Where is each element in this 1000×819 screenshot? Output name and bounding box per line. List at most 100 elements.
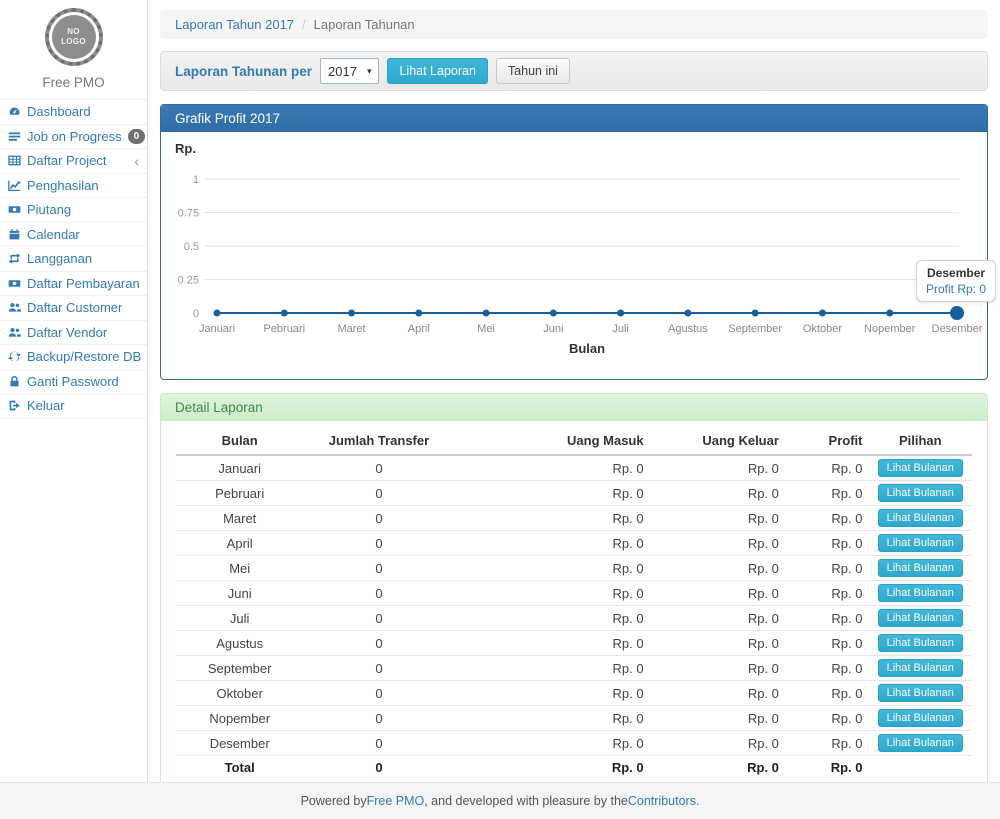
money-icon <box>7 277 21 290</box>
x-tick-label: Oktober <box>803 323 842 335</box>
total-keluar-cell: Rp. 0 <box>650 756 785 779</box>
lihat-bulanan-button[interactable]: Lihat Bulanan <box>878 534 963 552</box>
month-cell: September <box>176 656 303 681</box>
table-row: Desember0Rp. 0Rp. 0Rp. 0Lihat Bulanan <box>176 731 972 756</box>
chart-point-maret[interactable] <box>348 310 355 317</box>
month-cell: Nopember <box>176 706 303 731</box>
table-row: Januari0Rp. 0Rp. 0Rp. 0Lihat Bulanan <box>176 455 972 481</box>
column-header-pilihan: Pilihan <box>869 427 973 455</box>
chart-point-april[interactable] <box>415 310 422 317</box>
profit-cell: Rp. 0 <box>785 681 869 706</box>
masuk-cell: Rp. 0 <box>455 531 650 556</box>
total-transfer-cell: 0 <box>303 756 454 779</box>
chart-point-juli[interactable] <box>617 310 624 317</box>
x-tick-label: Juni <box>543 323 563 335</box>
table-row: Maret0Rp. 0Rp. 0Rp. 0Lihat Bulanan <box>176 506 972 531</box>
sidebar-item-langganan[interactable]: Langganan <box>0 246 147 271</box>
sidebar-item-backup-restore-db[interactable]: Backup/Restore DB <box>0 344 147 369</box>
action-cell: Lihat Bulanan <box>869 556 973 581</box>
chart-tooltip: Desember Profit Rp: 0 <box>916 260 996 302</box>
x-tick-label: Nopember <box>864 323 916 335</box>
transfer-cell: 0 <box>303 681 454 706</box>
sidebar-item-job-on-progress[interactable]: Job on Progress0 <box>0 124 147 149</box>
logo-area: NO LOGO Free PMO <box>0 0 147 99</box>
masuk-cell: Rp. 0 <box>455 581 650 606</box>
month-cell: Juli <box>176 606 303 631</box>
breadcrumb-link[interactable]: Laporan Tahun 2017 <box>175 17 294 32</box>
sidebar-item-penghasilan[interactable]: Penghasilan <box>0 173 147 198</box>
app-root: NO LOGO Free PMO DashboardJob on Progres… <box>0 0 1000 788</box>
users-icon <box>7 326 21 339</box>
sidebar-item-ganti-password[interactable]: Ganti Password <box>0 369 147 394</box>
chart-point-juni[interactable] <box>550 310 557 317</box>
chevron-left-icon: ‹ <box>134 154 139 168</box>
footer-link-contributors[interactable]: Contributors. <box>628 794 700 808</box>
lihat-bulanan-button[interactable]: Lihat Bulanan <box>878 559 963 577</box>
lihat-bulanan-button[interactable]: Lihat Bulanan <box>878 634 963 652</box>
breadcrumb-separator: / <box>302 17 306 32</box>
month-cell: Desember <box>176 731 303 756</box>
chart-point-agustus[interactable] <box>684 310 691 317</box>
year-select[interactable]: 2017 ▾ <box>320 58 379 84</box>
lihat-bulanan-button[interactable]: Lihat Bulanan <box>878 484 963 502</box>
chart-panel-title: Grafik Profit 2017 <box>161 105 987 132</box>
sidebar-item-daftar-vendor[interactable]: Daftar Vendor <box>0 320 147 345</box>
footer-link-freepmo[interactable]: Free PMO <box>367 794 425 808</box>
transfer-cell: 0 <box>303 656 454 681</box>
transfer-cell: 0 <box>303 481 454 506</box>
lihat-bulanan-button[interactable]: Lihat Bulanan <box>878 734 963 752</box>
table-row: Agustus0Rp. 0Rp. 0Rp. 0Lihat Bulanan <box>176 631 972 656</box>
transfer-cell: 0 <box>303 706 454 731</box>
breadcrumb-current: Laporan Tahunan <box>314 17 415 32</box>
sidebar-item-daftar-customer[interactable]: Daftar Customer <box>0 295 147 320</box>
chart-point-nopember[interactable] <box>886 310 893 317</box>
chart-point-september[interactable] <box>752 310 759 317</box>
y-axis-label: Rp. <box>175 141 196 156</box>
sidebar-item-dashboard[interactable]: Dashboard <box>0 99 147 124</box>
chart-point-januari[interactable] <box>214 310 221 317</box>
column-header-uang-keluar: Uang Keluar <box>650 427 785 455</box>
masuk-cell: Rp. 0 <box>455 606 650 631</box>
footer-text-prefix: Powered by <box>301 794 367 808</box>
lihat-bulanan-button[interactable]: Lihat Bulanan <box>878 659 963 677</box>
total-masuk-cell: Rp. 0 <box>455 756 650 779</box>
transfer-cell: 0 <box>303 556 454 581</box>
chart-point-desember[interactable] <box>950 306 964 320</box>
profit-chart: Rp.10.750.50.250JanuariPebruariMaretApri… <box>161 132 987 379</box>
x-tick-label: September <box>728 323 782 335</box>
lihat-bulanan-button[interactable]: Lihat Bulanan <box>878 709 963 727</box>
x-tick-label: Juli <box>612 323 629 335</box>
x-tick-label: Januari <box>199 323 235 335</box>
chart-point-pebruari[interactable] <box>281 310 288 317</box>
sidebar-item-keluar[interactable]: Keluar <box>0 393 147 418</box>
lihat-bulanan-button[interactable]: Lihat Bulanan <box>878 459 963 477</box>
chart-point-mei[interactable] <box>483 310 490 317</box>
sidebar-item-daftar-pembayaran[interactable]: Daftar Pembayaran <box>0 271 147 296</box>
tahun-ini-button[interactable]: Tahun ini <box>496 58 570 84</box>
profit-cell: Rp. 0 <box>785 706 869 731</box>
lihat-bulanan-button[interactable]: Lihat Bulanan <box>878 609 963 627</box>
lihat-bulanan-button[interactable]: Lihat Bulanan <box>878 509 963 527</box>
action-cell: Lihat Bulanan <box>869 656 973 681</box>
table-row: Juni0Rp. 0Rp. 0Rp. 0Lihat Bulanan <box>176 581 972 606</box>
tooltip-month: Desember <box>926 266 986 280</box>
x-tick-label: Agustus <box>668 323 708 335</box>
chart-point-oktober[interactable] <box>819 310 826 317</box>
keluar-cell: Rp. 0 <box>650 481 785 506</box>
calendar-icon <box>7 228 21 241</box>
column-header-uang-masuk: Uang Masuk <box>455 427 650 455</box>
sidebar-item-piutang[interactable]: Piutang <box>0 197 147 222</box>
count-badge: 0 <box>128 129 146 144</box>
lihat-bulanan-button[interactable]: Lihat Bulanan <box>878 684 963 702</box>
lihat-bulanan-button[interactable]: Lihat Bulanan <box>878 584 963 602</box>
lihat-laporan-button[interactable]: Lihat Laporan <box>387 58 487 84</box>
detail-report-panel: Detail Laporan BulanJumlah TransferUang … <box>160 393 988 788</box>
action-cell: Lihat Bulanan <box>869 506 973 531</box>
report-table: BulanJumlah TransferUang MasukUang Kelua… <box>176 427 972 779</box>
keluar-cell: Rp. 0 <box>650 506 785 531</box>
table-row: Juli0Rp. 0Rp. 0Rp. 0Lihat Bulanan <box>176 606 972 631</box>
sidebar-item-calendar[interactable]: Calendar <box>0 222 147 247</box>
table-row: Mei0Rp. 0Rp. 0Rp. 0Lihat Bulanan <box>176 556 972 581</box>
month-cell: April <box>176 531 303 556</box>
sidebar-item-daftar-project[interactable]: Daftar Project‹ <box>0 148 147 173</box>
